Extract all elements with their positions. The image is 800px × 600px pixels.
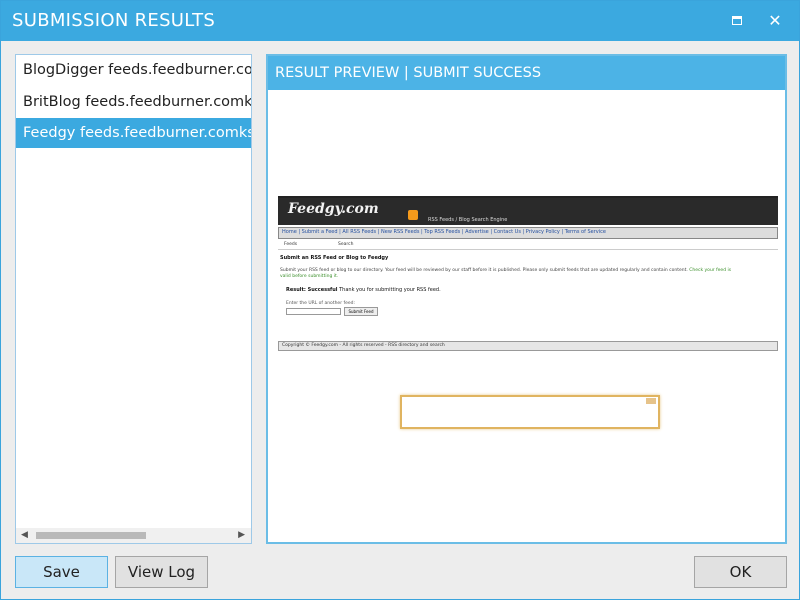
- maximize-button[interactable]: [727, 11, 747, 31]
- site-submit-result: Result: Successful Thank you for submitt…: [286, 287, 441, 293]
- site-heading: Submit an RSS Feed or Blog to Feedgy: [280, 255, 389, 261]
- maximize-icon: [732, 16, 742, 25]
- list-item-britblog[interactable]: BritBlog feeds.feedburner.comksof: [16, 87, 251, 117]
- preview-header: RESULT PREVIEW | SUBMIT SUCCESS: [268, 56, 785, 90]
- site-submit-button: Submit Feed: [344, 307, 378, 316]
- list-item-feedgy[interactable]: Feedgy feeds.feedburner.comksoft: [16, 118, 251, 148]
- site-url-input: [286, 308, 341, 315]
- horizontal-scrollbar[interactable]: ◀ ▶: [16, 528, 251, 543]
- site-row: Feeds Search: [278, 242, 778, 250]
- result-preview-panel: RESULT PREVIEW | SUBMIT SUCCESS Feedgy.c…: [266, 54, 787, 544]
- rss-icon: [408, 210, 418, 220]
- scroll-right-icon[interactable]: ▶: [238, 530, 245, 540]
- list-item-blogdigger[interactable]: BlogDigger feeds.feedburner.comk: [16, 55, 251, 85]
- site-row-feeds: Feeds: [284, 242, 298, 247]
- site-nav-links: Home | Submit a Feed | All RSS Feeds | N…: [282, 229, 606, 235]
- title-bar: SUBMISSION RESULTS ✕: [1, 1, 799, 41]
- site-tagline: RSS Feeds / Blog Search Engine: [428, 217, 508, 223]
- ok-button[interactable]: OK: [694, 556, 787, 588]
- close-button[interactable]: ✕: [765, 11, 785, 31]
- site-submit-label: Result: Successful: [286, 287, 338, 293]
- site-nav: Home | Submit a Feed | All RSS Feeds | N…: [278, 227, 778, 239]
- site-paragraph: Submit your RSS feed or blog to our dire…: [280, 268, 740, 280]
- site-footer: Copyright © Feedgy.com - All rights rese…: [278, 341, 778, 351]
- save-button[interactable]: Save: [15, 556, 108, 588]
- scrollbar-thumb[interactable]: [36, 532, 146, 539]
- scroll-left-icon[interactable]: ◀: [21, 530, 28, 540]
- view-log-button[interactable]: View Log: [115, 556, 208, 588]
- site-paragraph-text: Submit your RSS feed or blog to our dire…: [280, 268, 688, 273]
- site-row-search: Search: [338, 242, 354, 247]
- site-header: Feedgy.com RSS Feeds / Blog Search Engin…: [278, 198, 778, 225]
- site-small-label: Enter the URL of another feed:: [286, 301, 355, 306]
- popup-box: [400, 395, 660, 429]
- site-submit-text: Thank you for submitting your RSS feed.: [339, 287, 441, 293]
- results-list: BlogDigger feeds.feedburner.comk BritBlo…: [15, 54, 252, 544]
- preview-site-screenshot: Feedgy.com RSS Feeds / Blog Search Engin…: [278, 196, 778, 351]
- popup-corner: [646, 398, 656, 404]
- window-title: SUBMISSION RESULTS: [12, 10, 216, 31]
- site-logo: Feedgy.com: [288, 201, 379, 217]
- submission-results-window: SUBMISSION RESULTS ✕ BlogDigger feeds.fe…: [0, 0, 800, 600]
